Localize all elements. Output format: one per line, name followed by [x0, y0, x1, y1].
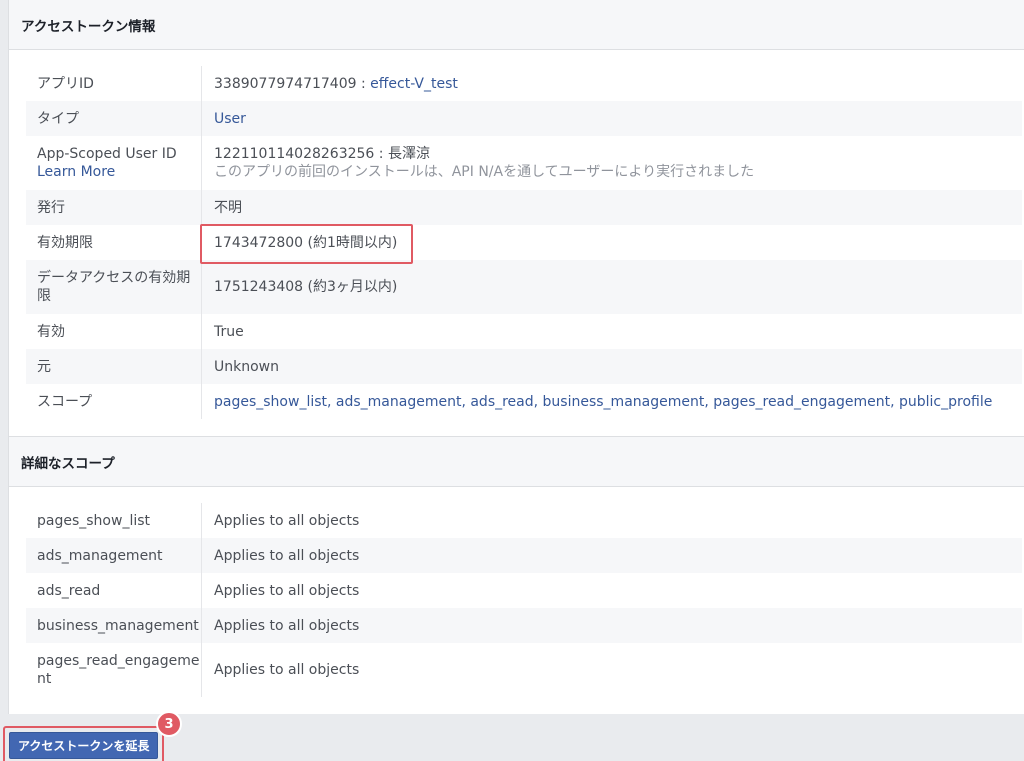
scope-name: pages_read_engagement [26, 643, 202, 697]
table-row: pages_read_engagement Applies to all obj… [26, 643, 1022, 697]
access-token-table: アプリID 3389077974717409 : effect-V_test タ… [26, 66, 1022, 419]
scope-applies: Applies to all objects [214, 617, 360, 634]
row-value: User [202, 110, 1022, 128]
row-value: Unknown [214, 358, 279, 375]
table-row: business_management Applies to all objec… [26, 608, 1022, 643]
table-row-expires: 有効期限 1743472800 (約1時間以内) [26, 225, 1022, 260]
row-value: 122110114028263256 : 長澤涼 このアプリの前回のインストール… [202, 145, 1022, 181]
scope-name: ads_management [26, 538, 202, 573]
row-label: スコープ [26, 384, 202, 419]
detailed-scope-header: 詳細なスコープ [9, 436, 1024, 487]
table-row: ads_management Applies to all objects [26, 538, 1022, 573]
user-id-value: 122110114028263256 : 長澤涼 [214, 146, 430, 162]
row-label: 有効期限 [26, 225, 202, 260]
row-label: 元 [26, 349, 202, 384]
access-token-info-header: アクセストークン情報 [9, 0, 1024, 50]
row-value: 3389077974717409 : effect-V_test [202, 75, 1022, 93]
table-row-scope: スコープ pages_show_list, ads_management, ad… [26, 384, 1022, 419]
scope-name: business_management [26, 608, 202, 643]
row-label: 有効 [26, 314, 202, 349]
app-id-value: 3389077974717409 : [214, 75, 371, 92]
row-value: 1751243408 (約3ヶ月以内) [214, 279, 398, 295]
table-row-valid: 有効 True [26, 314, 1022, 349]
detailed-scope-table: pages_show_list Applies to all objects a… [26, 503, 1022, 697]
table-row-app-scoped-user-id: App-Scoped User ID Learn More 1221101140… [26, 136, 1022, 190]
table-row-type: タイプ User [26, 101, 1022, 136]
scope-links[interactable]: pages_show_list, ads_management, ads_rea… [214, 393, 1022, 411]
row-value: 不明 [214, 199, 242, 216]
scope-applies: Applies to all objects [214, 547, 360, 564]
row-label: アプリID [26, 66, 202, 101]
table-row: ads_read Applies to all objects [26, 573, 1022, 608]
row-label: タイプ [26, 101, 202, 136]
extend-access-token-button[interactable]: アクセストークンを延長 [9, 732, 159, 759]
row-value: pages_show_list, ads_management, ads_rea… [202, 393, 1022, 411]
app-name-link[interactable]: effect-V_test [370, 76, 458, 92]
expiry-highlight-box [200, 224, 413, 264]
table-row: pages_show_list Applies to all objects [26, 503, 1022, 538]
table-row-issued: 発行 不明 [26, 190, 1022, 225]
row-label: App-Scoped User ID Learn More [26, 136, 202, 190]
scope-applies: Applies to all objects [214, 512, 360, 529]
extend-button-highlight: アクセストークンを延長 [3, 726, 165, 761]
scope-name: ads_read [26, 573, 202, 608]
row-label: 発行 [26, 190, 202, 225]
scope-name: pages_show_list [26, 503, 202, 538]
row-label: データアクセスの有効期限 [26, 260, 202, 314]
section-title: 詳細なスコープ [21, 455, 115, 472]
table-row-data-access-expires: データアクセスの有効期限 1751243408 (約3ヶ月以内) [26, 260, 1022, 314]
step-badge: 3 [156, 711, 182, 737]
table-row-app-id: アプリID 3389077974717409 : effect-V_test [26, 66, 1022, 101]
install-note: このアプリの前回のインストールは、API N/Aを通してユーザーにより実行されま… [214, 164, 755, 180]
table-row-origin: 元 Unknown [26, 349, 1022, 384]
label-text: App-Scoped User ID [37, 146, 177, 162]
learn-more-link[interactable]: Learn More [37, 163, 201, 181]
row-value: True [214, 323, 244, 340]
scope-applies: Applies to all objects [214, 582, 360, 599]
scope-applies: Applies to all objects [214, 662, 360, 678]
type-link[interactable]: User [214, 110, 1022, 128]
section-title: アクセストークン情報 [21, 18, 156, 35]
access-token-panel: アクセストークン情報 アプリID 3389077974717409 : effe… [8, 0, 1024, 714]
